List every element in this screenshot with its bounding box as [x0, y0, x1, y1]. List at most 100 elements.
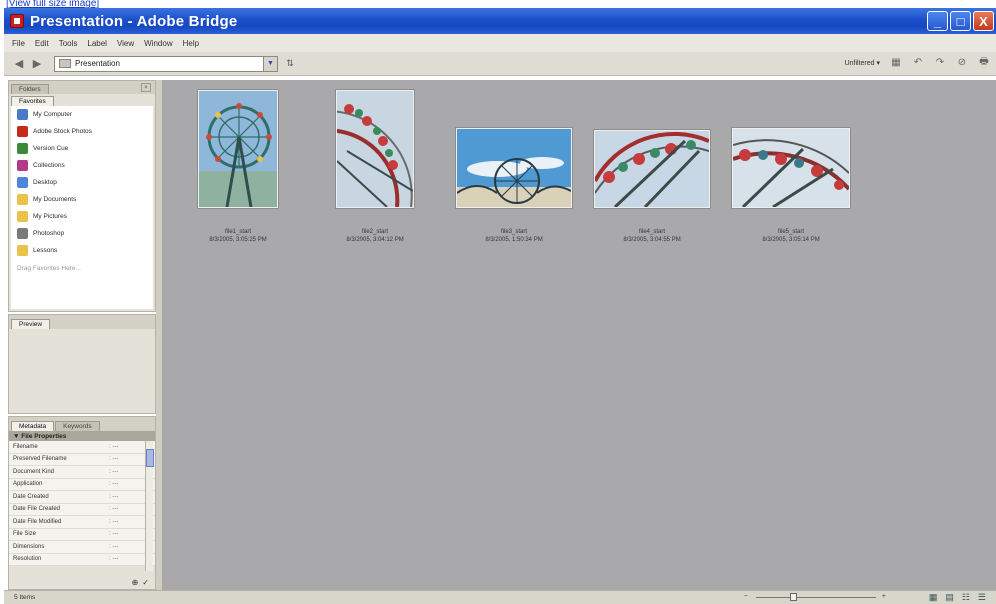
- menu-view[interactable]: View: [117, 39, 134, 48]
- metadata-key: Dimensions: [13, 543, 45, 550]
- menu-tools[interactable]: Tools: [59, 39, 78, 48]
- path-dropdown-button[interactable]: ▼: [264, 55, 278, 72]
- metadata-value: : ---: [109, 506, 119, 513]
- favorite-item[interactable]: My Pictures: [11, 208, 153, 225]
- metadata-key: Date Created: [13, 493, 49, 500]
- thumbnail-image[interactable]: [456, 128, 572, 208]
- favorite-item[interactable]: Adobe Stock Photos: [11, 123, 153, 140]
- favorite-label: My Documents: [33, 196, 77, 203]
- drag-favorites-hint: Drag Favorites Here...: [17, 264, 81, 272]
- menu-label[interactable]: Label: [87, 39, 107, 48]
- favorite-label: Version Cue: [33, 145, 69, 152]
- zoom-slider-handle[interactable]: [790, 593, 797, 601]
- menu-help[interactable]: Help: [183, 39, 199, 48]
- favorite-label: Collections: [33, 162, 65, 169]
- zoom-in-icon[interactable]: +: [882, 593, 886, 600]
- metadata-key: Filename: [13, 443, 38, 450]
- folder-icon: [17, 211, 28, 222]
- stock-photos-icon: [17, 126, 28, 137]
- folder-icon: [17, 194, 28, 205]
- rotate-left-icon[interactable]: ↶: [912, 56, 924, 69]
- thumbnail-filename: file5_start: [777, 229, 804, 235]
- rotate-right-icon[interactable]: ↷: [934, 56, 946, 69]
- tab-metadata[interactable]: Metadata: [11, 421, 55, 431]
- thumbnail-filename: file3_start: [500, 229, 527, 235]
- metadata-key: Document Kind: [13, 468, 55, 475]
- folder-icon: [17, 245, 28, 256]
- maximize-button[interactable]: □: [950, 11, 971, 31]
- favorite-item[interactable]: My Computer: [11, 106, 153, 123]
- metadata-row: Dimensions: ---: [9, 541, 155, 554]
- menu-edit[interactable]: Edit: [35, 39, 49, 48]
- favorite-item[interactable]: Version Cue: [11, 140, 153, 157]
- title-bar: Presentation - Adobe Bridge _ □ X: [4, 8, 996, 34]
- metadata-row: File Size: ---: [9, 528, 155, 541]
- ferris-wheel-photo-5: [732, 129, 851, 209]
- metadata-options-icon[interactable]: ⊕: [132, 578, 139, 587]
- go-up-icon[interactable]: ⇅: [284, 58, 296, 70]
- metadata-key: Resolution: [13, 556, 42, 563]
- metadata-row: Date File Modified: ---: [9, 516, 155, 529]
- thumbnail-image[interactable]: [316, 90, 414, 208]
- zoom-out-icon[interactable]: −: [744, 593, 748, 600]
- delete-icon[interactable]: ⊘: [956, 56, 968, 69]
- tab-preview[interactable]: Preview: [11, 319, 51, 329]
- favorite-item[interactable]: Lessons: [11, 242, 153, 259]
- tab-keywords[interactable]: Keywords: [55, 421, 100, 431]
- collections-icon: [17, 160, 28, 171]
- thumbnail-image[interactable]: [732, 128, 851, 209]
- thumbnail-date: 8/3/2005, 1:50:34 PM: [485, 237, 543, 243]
- metadata-key: Date File Modified: [13, 518, 62, 525]
- left-panels: Folders × Favorites My Computer Adobe Sto…: [8, 80, 156, 590]
- thumbnail-date: 8/3/2005, 3:04:55 PM: [623, 237, 681, 243]
- favorite-item[interactable]: Desktop: [11, 174, 153, 191]
- favorites-panel: Folders × Favorites My Computer Adobe Sto…: [8, 80, 156, 312]
- bridge-app-icon: [10, 14, 24, 28]
- favorite-label: Adobe Stock Photos: [33, 128, 92, 135]
- thumbnail-area: file1_start 8/3/2005, 3:05:25 PM file2_s…: [162, 80, 996, 590]
- thumbnail-filename: file2_start: [361, 229, 388, 235]
- new-folder-icon[interactable]: ▦: [890, 56, 902, 69]
- favorite-item[interactable]: My Documents: [11, 191, 153, 208]
- metadata-value: : ---: [109, 443, 119, 450]
- ferris-wheel-photo-4: [593, 131, 710, 209]
- metadata-value: : ---: [109, 456, 119, 463]
- favorite-label: Photoshop: [33, 230, 65, 237]
- forward-arrow-icon[interactable]: ▶: [30, 57, 44, 71]
- metadata-key: File Size: [13, 531, 37, 538]
- menu-file[interactable]: File: [12, 39, 25, 48]
- thumbnail-image[interactable]: [593, 130, 710, 209]
- panel-close-icon[interactable]: ×: [141, 83, 151, 92]
- thumbnail-caption: file3_start 8/3/2005, 1:50:34 PM: [444, 228, 584, 244]
- zoom-slider-track[interactable]: [756, 597, 876, 598]
- close-button[interactable]: X: [973, 11, 994, 31]
- minimize-button[interactable]: _: [927, 11, 948, 31]
- metadata-row: Preserved Filename: ---: [9, 453, 155, 466]
- metadata-value: : ---: [109, 556, 119, 563]
- metadata-scrollbar[interactable]: [145, 441, 154, 571]
- window-title: Presentation - Adobe Bridge: [30, 12, 238, 30]
- filter-menu[interactable]: Unfiltered ▾: [845, 59, 880, 67]
- path-dropdown[interactable]: Presentation: [54, 55, 264, 72]
- menu-window[interactable]: Window: [144, 39, 172, 48]
- print-icon[interactable]: 🖶: [978, 56, 990, 69]
- view-full-size-link[interactable]: [View full size image]: [6, 0, 99, 8]
- favorite-item[interactable]: Photoshop: [11, 225, 153, 242]
- metadata-key: Application: [13, 481, 43, 488]
- details-view-icon[interactable]: ☷: [962, 592, 970, 603]
- tab-folders[interactable]: Folders: [11, 84, 49, 94]
- thumbnail-image[interactable]: [198, 90, 278, 208]
- thumbnail-view-icon[interactable]: ▦: [929, 592, 938, 603]
- thumbnail-date: 8/3/2005, 3:05:25 PM: [209, 237, 267, 243]
- file-properties-header[interactable]: ▼ File Properties: [9, 431, 155, 441]
- back-arrow-icon[interactable]: ◀: [12, 57, 26, 71]
- item-count: 5 Items: [14, 594, 36, 601]
- favorite-item[interactable]: Collections: [11, 157, 153, 174]
- metadata-row: Document Kind: ---: [9, 466, 155, 479]
- toolbar: ◀ ▶ Presentation ▼ ⇅ Unfiltered ▾ ▦ ↶ ↷ …: [4, 52, 996, 76]
- apply-check-icon[interactable]: ✓: [142, 578, 149, 587]
- filmstrip-view-icon[interactable]: ▤: [945, 592, 954, 603]
- thumbnail-filename: file4_start: [638, 229, 665, 235]
- tab-favorites[interactable]: Favorites: [11, 96, 54, 106]
- versions-view-icon[interactable]: ☰: [978, 592, 986, 603]
